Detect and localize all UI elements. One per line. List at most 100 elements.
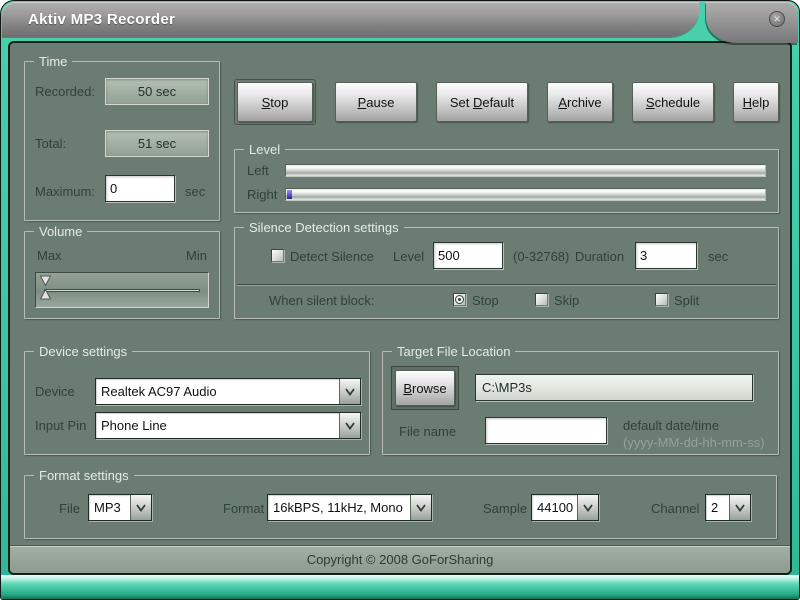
file-format-label: File xyxy=(59,501,80,516)
silence-divider xyxy=(237,284,776,286)
file-format-select-arrow[interactable] xyxy=(130,495,151,520)
target-file-group: Target File Location Browse C:\MP3s File… xyxy=(382,351,779,455)
device-select[interactable]: Realtek AC97 Audio xyxy=(95,378,361,405)
file-format-select[interactable]: MP3 xyxy=(88,494,152,521)
audio-format-select-arrow[interactable] xyxy=(410,495,431,520)
schedule-button[interactable]: Schedule xyxy=(632,82,714,122)
split-option-label: Split xyxy=(674,293,699,308)
sample-select[interactable]: 44100 xyxy=(531,494,599,521)
input-pin-select[interactable]: Phone Line xyxy=(95,412,361,439)
title-bar[interactable]: Aktiv MP3 Recorder xyxy=(2,2,699,37)
maximum-input[interactable] xyxy=(105,175,175,202)
device-select-arrow[interactable] xyxy=(339,379,360,404)
input-pin-select-arrow[interactable] xyxy=(339,413,360,438)
browse-button[interactable]: Browse xyxy=(395,370,455,406)
stop-button-focus-ring: Stop xyxy=(234,79,316,125)
archive-button[interactable]: Archive xyxy=(547,82,613,122)
app-window: Aktiv MP3 Recorder ✕ Time Recorded: 50 s… xyxy=(0,0,800,600)
skip-option-label: Skip xyxy=(554,293,579,308)
right-level-label: Right xyxy=(247,187,285,202)
pause-button[interactable]: Pause xyxy=(335,82,417,122)
silence-level-input[interactable] xyxy=(433,242,503,269)
format-settings-group: Format settings File MP3 Format 16kBPS, … xyxy=(24,475,777,539)
volume-group-title: Volume xyxy=(34,223,87,240)
time-group-title: Time xyxy=(34,53,72,70)
volume-slider-thumb[interactable] xyxy=(39,275,52,306)
close-button[interactable]: ✕ xyxy=(769,11,785,27)
audio-format-label: Format xyxy=(223,501,264,516)
browse-button-frame: Browse xyxy=(391,366,459,410)
detect-silence-label: Detect Silence xyxy=(290,249,374,264)
close-tab: ✕ xyxy=(706,2,798,43)
recorded-label: Recorded: xyxy=(35,84,95,99)
chevron-down-icon xyxy=(416,504,426,512)
stop-radio[interactable] xyxy=(453,293,466,306)
volume-slider-track[interactable] xyxy=(44,289,200,292)
total-value: 51 sec xyxy=(105,130,209,157)
channel-select-value: 2 xyxy=(706,495,729,520)
file-name-hint: default date/time xyxy=(623,418,719,433)
duration-input[interactable] xyxy=(635,242,697,269)
detect-silence-checkbox[interactable] xyxy=(271,249,284,262)
input-pin-label: Input Pin xyxy=(35,418,86,433)
device-label: Device xyxy=(35,384,75,399)
channel-select[interactable]: 2 xyxy=(705,494,751,521)
time-group: Time Recorded: 50 sec Total: 51 sec Maxi… xyxy=(24,61,220,221)
target-path-field[interactable]: C:\MP3s xyxy=(475,374,753,401)
stop-option-label: Stop xyxy=(472,293,499,308)
chevron-down-icon xyxy=(345,422,355,430)
channel-label: Channel xyxy=(651,501,699,516)
footer-bar: Copyright © 2008 GoForSharing xyxy=(10,545,790,573)
input-pin-select-value: Phone Line xyxy=(96,413,339,438)
sample-select-arrow[interactable] xyxy=(577,495,598,520)
target-group-title: Target File Location xyxy=(392,343,515,360)
chevron-down-icon xyxy=(136,504,146,512)
right-level-fill xyxy=(287,190,292,199)
volume-max-label: Max xyxy=(37,248,62,263)
silence-level-range: (0-32768) xyxy=(513,249,569,264)
chevron-down-icon xyxy=(583,504,593,512)
right-level-meter xyxy=(285,188,766,201)
main-panel: Time Recorded: 50 sec Total: 51 sec Maxi… xyxy=(8,41,792,575)
channel-select-arrow[interactable] xyxy=(729,495,750,520)
close-icon: ✕ xyxy=(773,14,781,24)
stop-button[interactable]: Stop xyxy=(237,82,313,122)
silence-group-title: Silence Detection settings xyxy=(244,219,404,236)
file-name-hint-format: (yyyy-MM-dd-hh-mm-ss) xyxy=(623,435,765,450)
device-group-title: Device settings xyxy=(34,343,132,360)
silence-level-label: Level xyxy=(393,249,424,264)
device-settings-group: Device settings Device Realtek AC97 Audi… xyxy=(24,351,370,455)
duration-label: Duration xyxy=(575,249,624,264)
when-silent-label: When silent block: xyxy=(269,293,375,308)
right-level-row: Right xyxy=(247,187,766,201)
device-select-value: Realtek AC97 Audio xyxy=(96,379,339,404)
chevron-down-icon xyxy=(735,504,745,512)
total-label: Total: xyxy=(35,136,66,151)
audio-format-select[interactable]: 16kBPS, 11kHz, Mono xyxy=(267,494,432,521)
level-group-title: Level xyxy=(244,141,285,158)
hourglass-thumb-icon xyxy=(39,275,52,301)
bottom-frame xyxy=(1,575,799,599)
duration-unit-label: sec xyxy=(708,249,728,264)
format-group-title: Format settings xyxy=(34,467,134,484)
level-group: Level Left Right xyxy=(234,149,779,213)
skip-checkbox[interactable] xyxy=(535,293,548,306)
split-checkbox[interactable] xyxy=(655,293,668,306)
sample-label: Sample xyxy=(483,501,527,516)
chevron-down-icon xyxy=(345,388,355,396)
volume-group: Volume Max Min xyxy=(24,231,220,319)
volume-slider[interactable] xyxy=(35,272,209,308)
radio-dot xyxy=(455,295,464,304)
silence-detection-group: Silence Detection settings Detect Silenc… xyxy=(234,227,779,319)
help-button[interactable]: Help xyxy=(733,82,779,122)
volume-min-label: Min xyxy=(186,248,207,263)
set-default-button[interactable]: Set Default xyxy=(436,82,528,122)
file-format-select-value: MP3 xyxy=(89,495,130,520)
toolbar: Stop Pause Set Default Archive Schedule … xyxy=(234,77,779,127)
maximum-label: Maximum: xyxy=(35,184,95,199)
maximum-unit-label: sec xyxy=(185,184,205,199)
left-level-row: Left xyxy=(247,163,766,177)
left-level-meter xyxy=(285,164,766,177)
sample-select-value: 44100 xyxy=(532,495,577,520)
file-name-input[interactable] xyxy=(485,417,607,444)
